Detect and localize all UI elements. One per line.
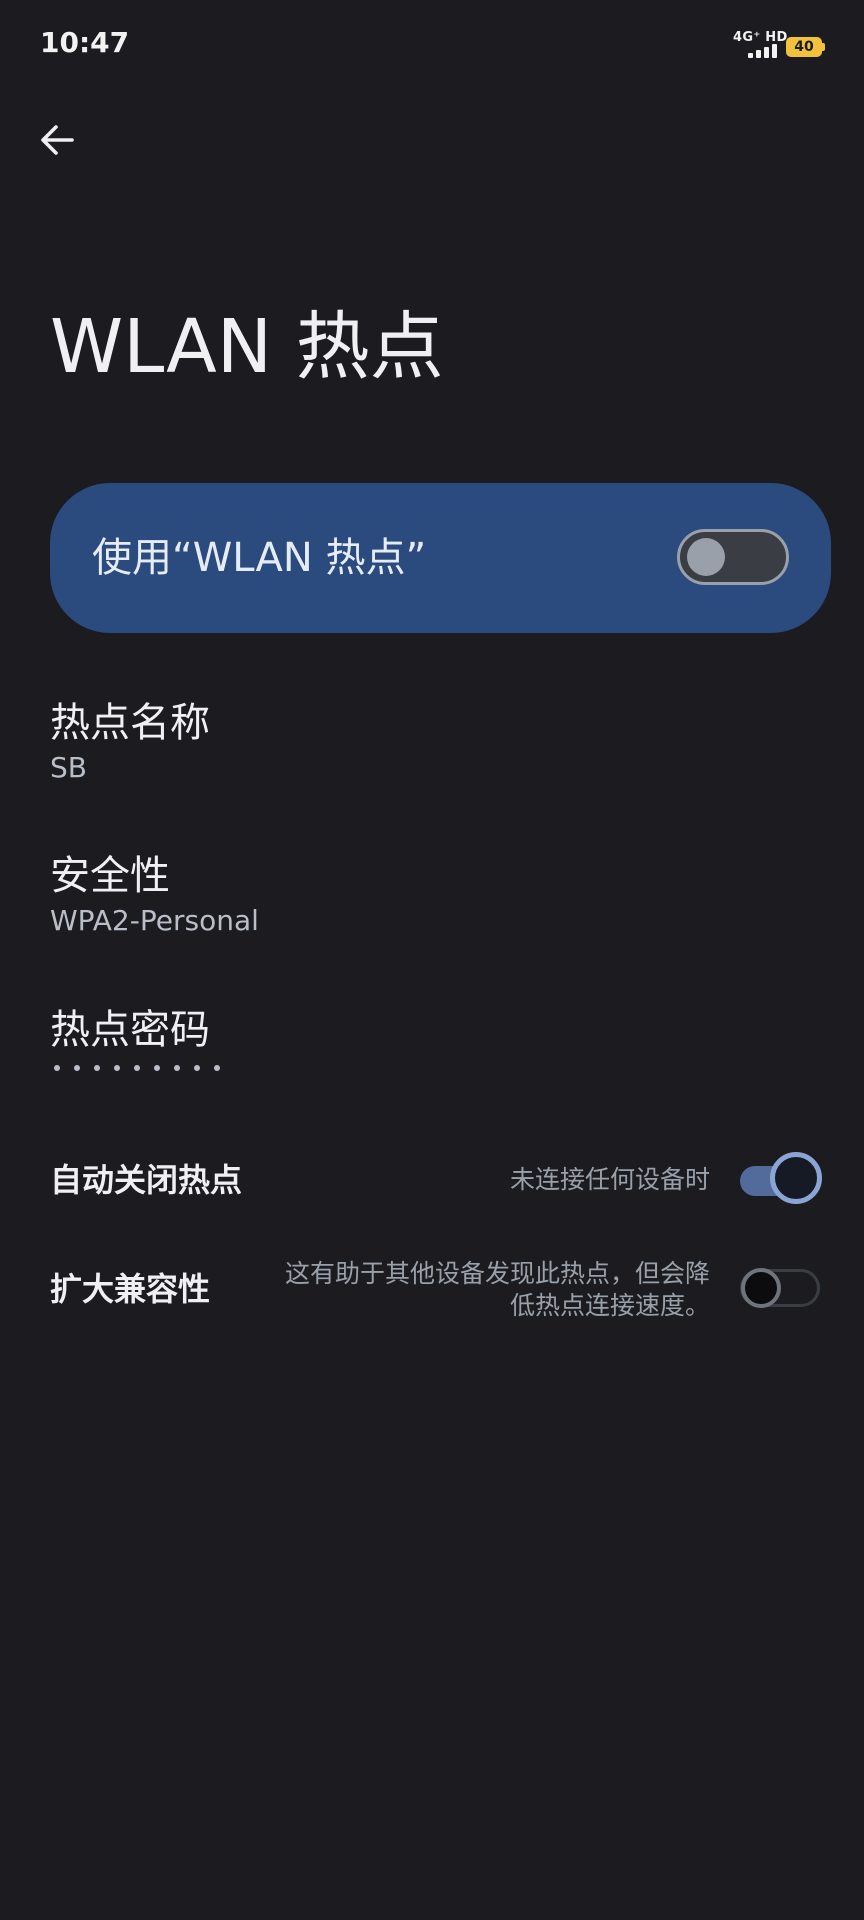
hotspot-password-setting[interactable]: 热点密码 xyxy=(50,1005,810,1071)
auto-off-hotspot-title: 自动关闭热点 xyxy=(50,1161,243,1199)
security-title: 安全性 xyxy=(50,853,170,899)
hotspot-master-switch-label: 使用“WLAN 热点” xyxy=(92,535,427,581)
masked-password xyxy=(50,1065,810,1071)
hotspot-password-title: 热点密码 xyxy=(50,1007,210,1053)
auto-off-hotspot-description: 未连接任何设备时 xyxy=(509,1165,710,1194)
hotspot-master-switch-row[interactable]: 使用“WLAN 热点” xyxy=(50,483,831,633)
toggle-knob xyxy=(741,1268,781,1308)
description-line-2: 低热点连接速度。 xyxy=(509,1291,710,1320)
description-line-1: 这有助于其他设备发现此热点，但会降 xyxy=(284,1259,710,1288)
battery-tip xyxy=(822,43,825,51)
hotspot-name-setting[interactable]: 热点名称 SB xyxy=(50,698,810,786)
security-value: WPA2-Personal xyxy=(50,904,259,937)
arrow-left-icon xyxy=(41,125,74,155)
hotspot-master-toggle[interactable] xyxy=(677,529,789,585)
toggle-knob xyxy=(770,1152,822,1204)
extended-compatibility-description: 这有助于其他设备发现此热点，但会降 低热点连接速度。 xyxy=(285,1258,710,1322)
hotspot-name-value: SB xyxy=(50,751,87,784)
back-button[interactable] xyxy=(34,116,82,164)
auto-off-hotspot-toggle[interactable] xyxy=(740,1152,822,1204)
extended-compatibility-toggle[interactable] xyxy=(740,1268,820,1308)
security-setting[interactable]: 安全性 WPA2-Personal xyxy=(50,851,810,939)
network-type-indicator: 4G⁺ HD xyxy=(733,30,788,45)
signal-strength-icon xyxy=(748,44,778,58)
status-bar: 10:47 4G⁺ HD 40 xyxy=(0,0,864,90)
toggle-knob xyxy=(687,538,725,576)
status-time: 10:47 xyxy=(40,26,130,59)
hotspot-name-title: 热点名称 xyxy=(50,700,210,746)
page-title: WLAN 热点 xyxy=(50,304,444,390)
extended-compatibility-title: 扩大兼容性 xyxy=(50,1270,211,1308)
battery-level: 40 xyxy=(794,39,814,55)
